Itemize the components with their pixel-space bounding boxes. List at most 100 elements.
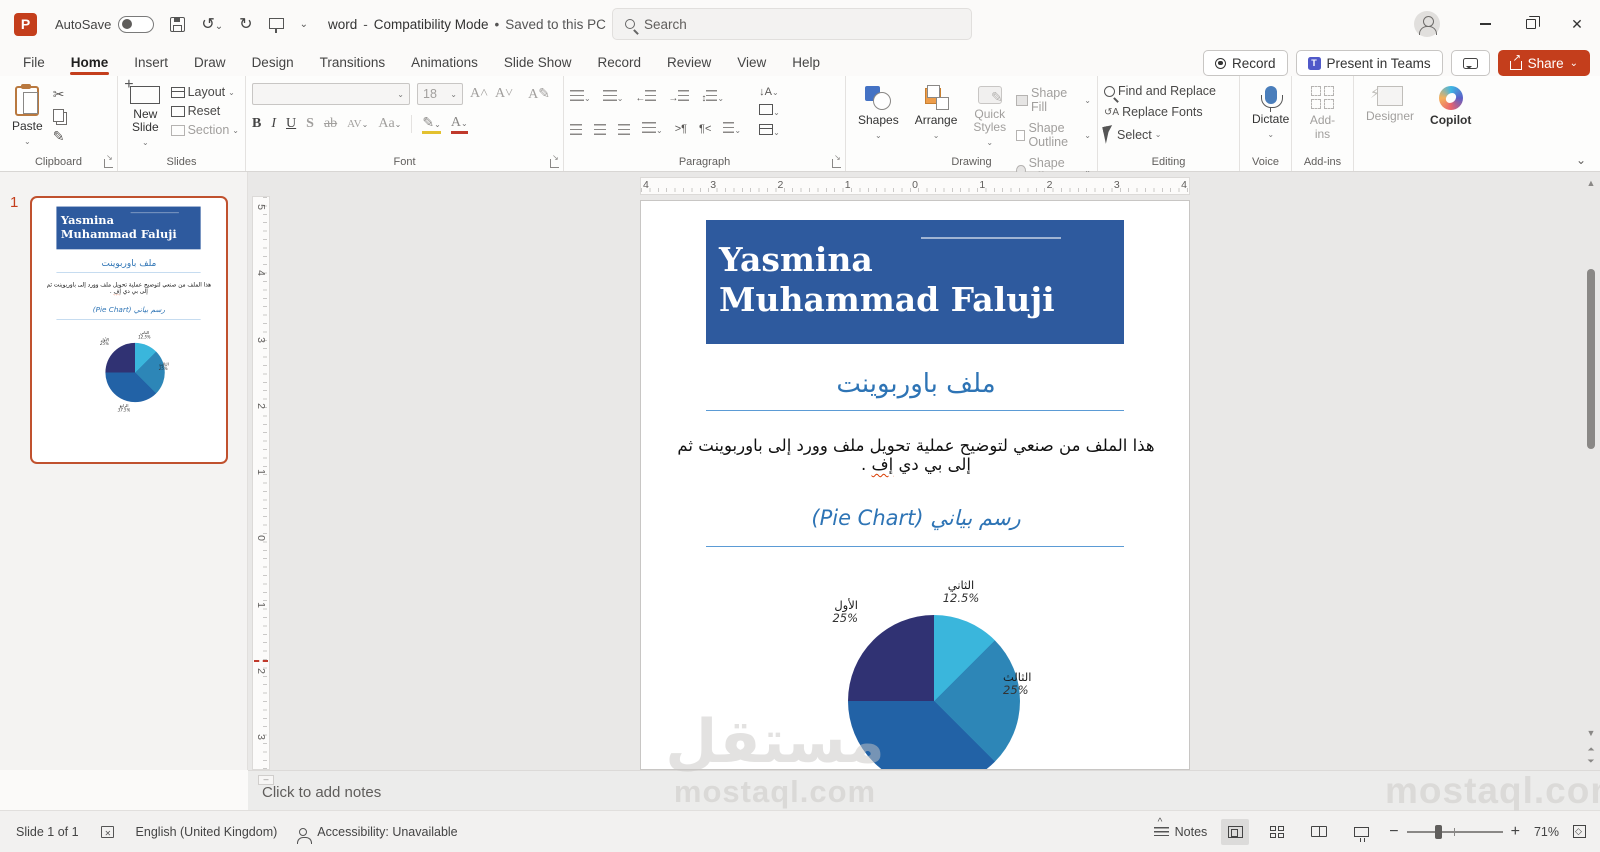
line-spacing-button[interactable]: ↕ ⌄ xyxy=(701,90,724,104)
notes-pane[interactable]: – Click to add notes xyxy=(248,770,1600,810)
strikethrough-button[interactable]: ab xyxy=(324,116,337,132)
justify-button[interactable]: ⌄ xyxy=(642,122,663,136)
tab-slideshow[interactable]: Slide Show xyxy=(493,51,583,74)
autosave-toggle[interactable] xyxy=(118,15,155,33)
present-in-teams-button[interactable]: T Present in Teams xyxy=(1295,50,1443,76)
slide-count[interactable]: Slide 1 of 1 xyxy=(16,825,79,839)
record-button[interactable]: Record xyxy=(1202,50,1288,76)
customize-qat-icon[interactable]: ⌄ xyxy=(300,19,308,30)
start-slideshow-icon[interactable] xyxy=(268,17,284,33)
pie-chart[interactable] xyxy=(848,615,1020,769)
slide-sorter-view-button[interactable] xyxy=(1263,819,1291,845)
tab-insert[interactable]: Insert xyxy=(123,51,179,74)
previous-slide-icon[interactable]: ⏶ xyxy=(1584,744,1598,755)
format-painter-icon[interactable]: ✎ xyxy=(53,128,65,145)
document-title[interactable]: word - Compatibility Mode • Saved to thi… xyxy=(328,17,620,32)
restore-button[interactable] xyxy=(1508,0,1554,48)
tab-animations[interactable]: Animations xyxy=(400,51,489,74)
increase-indent-button[interactable]: → xyxy=(668,90,690,104)
clipboard-dialog-launcher[interactable] xyxy=(104,153,113,168)
slide-editor[interactable]: Yasmina Muhammad Faluji ملف باوربوينت هذا… xyxy=(640,200,1190,770)
close-button[interactable]: ✕ xyxy=(1554,0,1600,48)
normal-view-button[interactable] xyxy=(1221,818,1250,845)
slideshow-view-button[interactable] xyxy=(1347,819,1375,845)
font-name-combo[interactable]: ⌄ xyxy=(252,83,410,105)
clear-formatting-button[interactable]: A✎ xyxy=(528,86,550,103)
copy-icon[interactable] xyxy=(52,109,64,122)
align-right-button[interactable] xyxy=(618,123,630,135)
select-button[interactable]: Select ⌄ xyxy=(1102,125,1233,144)
font-dialog-launcher[interactable] xyxy=(550,153,559,168)
new-slide-button[interactable]: NewSlide ⌄ xyxy=(124,76,167,153)
highlight-color-button[interactable]: ✎⌄ xyxy=(422,114,441,134)
powerpoint-logo-icon[interactable]: P xyxy=(14,12,37,36)
tab-review[interactable]: Review xyxy=(656,51,722,74)
underline-button[interactable]: U xyxy=(286,116,296,132)
bold-button[interactable]: B xyxy=(252,116,261,132)
accessibility-status[interactable]: Accessibility: Unavailable xyxy=(297,825,458,844)
zoom-in-icon[interactable]: + xyxy=(1511,823,1520,841)
language-status[interactable]: English (United Kingdom) xyxy=(136,825,278,839)
italic-button[interactable]: I xyxy=(271,116,276,132)
title-banner[interactable]: Yasmina Muhammad Faluji xyxy=(706,220,1124,344)
account-avatar[interactable] xyxy=(1414,11,1440,37)
save-icon[interactable] xyxy=(170,16,186,32)
tab-file[interactable]: File xyxy=(12,51,56,74)
cut-icon[interactable]: ✂ xyxy=(53,86,65,103)
shrink-font-button[interactable]: A˅ xyxy=(495,86,513,102)
chart-heading[interactable]: رسم بياني (Pie Chart) xyxy=(641,506,1189,530)
decrease-indent-button[interactable]: ← xyxy=(635,90,657,104)
arrange-button[interactable]: Arrange ⌄ xyxy=(909,82,964,153)
zoom-slider[interactable] xyxy=(1406,824,1503,839)
font-size-combo[interactable]: 18 ⌄ xyxy=(417,83,463,105)
spellcheck-icon[interactable] xyxy=(100,825,114,838)
layout-button[interactable]: Layout ⌄ xyxy=(170,85,239,99)
numbering-button[interactable]: ⌄ xyxy=(602,90,623,104)
fit-slide-icon[interactable] xyxy=(1573,825,1586,838)
comments-button[interactable] xyxy=(1450,50,1490,76)
paragraph-dialog-launcher[interactable] xyxy=(832,153,841,168)
font-color-button[interactable]: A⌄ xyxy=(450,115,468,134)
slide-thumbnail[interactable]: Yasmina Muhammad Faluji ملف باوربوينت هذا… xyxy=(30,196,228,464)
align-text-button[interactable]: ⌄ xyxy=(759,104,780,118)
minimize-button[interactable] xyxy=(1462,0,1508,48)
align-center-button[interactable] xyxy=(594,123,606,135)
share-button[interactable]: Share ⌄ xyxy=(1497,50,1590,76)
scrollbar-thumb[interactable] xyxy=(1587,269,1595,449)
collapse-ribbon-icon[interactable]: ⌄ xyxy=(1576,153,1586,167)
text-shadow-button[interactable]: S xyxy=(306,116,314,132)
slide-paragraph[interactable]: هذا الملف من صنعي لتوضيح عملية تحويل ملف… xyxy=(669,436,1163,474)
tab-transitions[interactable]: Transitions xyxy=(309,51,397,74)
copilot-button[interactable]: Copilot xyxy=(1424,82,1477,153)
scroll-up-icon[interactable]: ▲ xyxy=(1584,178,1598,188)
replace-fonts-button[interactable]: ↺A Replace Fonts xyxy=(1104,105,1233,119)
tab-home[interactable]: Home xyxy=(60,51,120,75)
columns-button[interactable]: ⌄ xyxy=(723,122,741,136)
paste-button[interactable]: Paste ⌄ xyxy=(6,82,49,153)
zoom-out-icon[interactable]: − xyxy=(1389,823,1398,841)
character-spacing-button[interactable]: AV⌄ xyxy=(347,118,368,130)
text-direction-button[interactable]: ↓A⌄ xyxy=(759,84,780,98)
dictate-button[interactable]: Dictate ⌄ xyxy=(1246,82,1295,153)
tab-view[interactable]: View xyxy=(726,51,777,74)
scroll-down-icon[interactable]: ▼ xyxy=(1584,728,1598,738)
notes-placeholder[interactable]: Click to add notes xyxy=(262,784,381,801)
slide-title[interactable]: Yasmina Muhammad Faluji xyxy=(719,240,1055,320)
zoom-level[interactable]: 71% xyxy=(1534,825,1559,839)
align-left-button[interactable] xyxy=(570,123,582,135)
convert-smartart-button[interactable]: ⌄ xyxy=(759,124,780,138)
undo-button[interactable]: ↺⌄ xyxy=(201,14,223,34)
tab-help[interactable]: Help xyxy=(781,51,831,74)
tab-draw[interactable]: Draw xyxy=(183,51,237,74)
shapes-button[interactable]: Shapes ⌄ xyxy=(852,82,905,153)
slide-heading-arabic[interactable]: ملف باوربوينت xyxy=(641,369,1189,399)
next-slide-icon[interactable]: ⏷ xyxy=(1584,756,1598,767)
zoom-slider-thumb[interactable] xyxy=(1434,824,1442,839)
reset-button[interactable]: Reset xyxy=(170,104,239,118)
rtl-direction-button[interactable]: ¶< xyxy=(699,123,711,135)
reading-view-button[interactable] xyxy=(1305,819,1333,845)
tab-design[interactable]: Design xyxy=(241,51,305,74)
notes-toggle-button[interactable]: Notes xyxy=(1153,817,1207,839)
grow-font-button[interactable]: A˄ xyxy=(470,86,488,102)
ltr-direction-button[interactable]: >¶ xyxy=(675,123,687,135)
